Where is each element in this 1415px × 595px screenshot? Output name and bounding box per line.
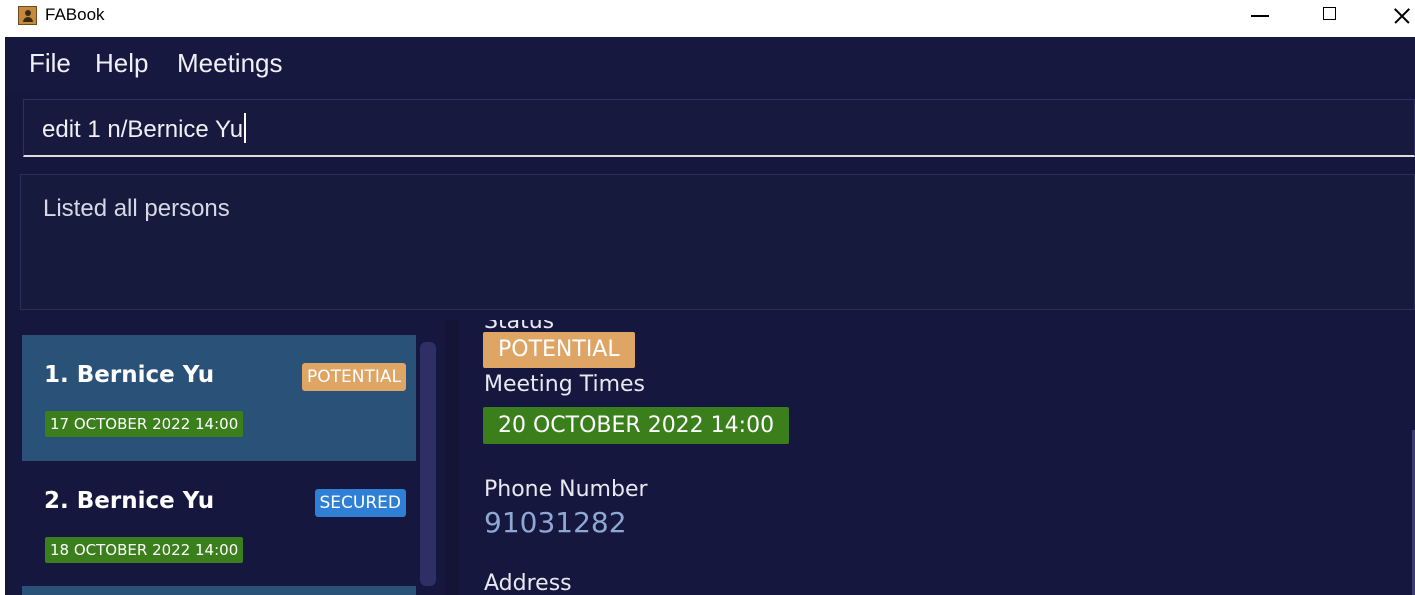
person-card[interactable]: 1. Bernice Yu POTENTIAL 17 OCTOBER 2022 … xyxy=(22,335,416,461)
status-badge: POTENTIAL xyxy=(302,363,406,391)
list-scrollbar[interactable] xyxy=(420,342,436,586)
split-divider[interactable] xyxy=(445,320,459,595)
result-message: Listed all persons xyxy=(43,195,230,222)
person-detail-panel: Status POTENTIAL Meeting Times 20 OCTOBE… xyxy=(459,320,1415,595)
menu-help[interactable]: Help xyxy=(95,48,148,79)
person-card[interactable]: 2. Bernice Yu SECURED 18 OCTOBER 2022 14… xyxy=(22,461,416,587)
menu-meetings[interactable]: Meetings xyxy=(177,48,283,79)
command-text: edit 1 n/Bernice Yu xyxy=(42,116,244,143)
command-input[interactable]: edit 1 n/Bernice Yu xyxy=(23,99,1415,157)
address-label: Address xyxy=(484,571,572,595)
meeting-tag: 18 OCTOBER 2022 14:00 xyxy=(45,537,244,563)
close-icon[interactable] xyxy=(1370,0,1415,32)
text-caret xyxy=(244,113,247,143)
phone-value: 91031282 xyxy=(484,506,627,539)
person-list: 1. Bernice Yu POTENTIAL 17 OCTOBER 2022 … xyxy=(20,320,440,595)
meeting-times-label: Meeting Times xyxy=(484,372,645,397)
person-name: 2. Bernice Yu xyxy=(44,488,215,514)
menu-bar: File Help Meetings xyxy=(5,37,1415,90)
meeting-tag: 17 OCTOBER 2022 14:00 xyxy=(45,411,244,437)
menu-file[interactable]: File xyxy=(29,48,71,79)
maximize-icon[interactable] xyxy=(1300,0,1360,32)
detail-meeting-tag: 20 OCTOBER 2022 14:00 xyxy=(483,407,790,444)
result-display: Listed all persons xyxy=(20,174,1415,310)
minimize-icon[interactable] xyxy=(1230,0,1290,32)
title-bar: FABook xyxy=(0,0,1415,32)
app-window: File Help Meetings edit 1 n/Bernice Yu L… xyxy=(5,37,1415,595)
address-book-icon xyxy=(18,6,37,25)
status-badge: SECURED xyxy=(314,489,406,517)
phone-label: Phone Number xyxy=(484,477,648,502)
person-name: 1. Bernice Yu xyxy=(44,362,215,388)
window-title: FABook xyxy=(45,5,105,24)
person-card[interactable] xyxy=(22,586,416,595)
detail-status-badge: POTENTIAL xyxy=(483,332,635,368)
